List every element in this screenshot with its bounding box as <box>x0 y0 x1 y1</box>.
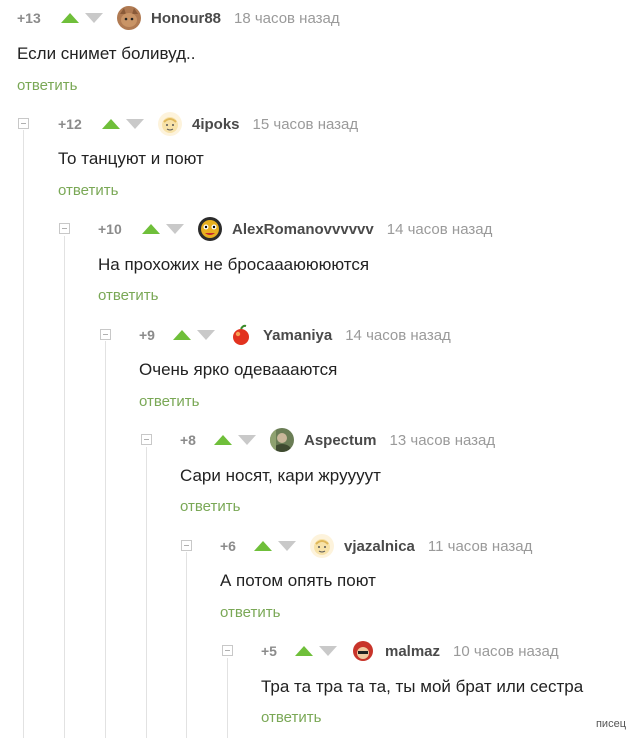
comment-text: Сари носят, кари жруууут <box>180 466 381 485</box>
green-photo-avatar-icon <box>270 428 294 452</box>
timestamp[interactable]: 18 часов назад <box>234 10 340 27</box>
avatar[interactable] <box>351 639 375 663</box>
avatar[interactable] <box>229 323 253 347</box>
cartoon-face-avatar-icon <box>158 112 182 136</box>
comment-header: +9 Yamaniya 14 часов назад <box>139 323 451 347</box>
downvote-icon[interactable] <box>85 13 103 23</box>
reply-link[interactable]: ответить <box>17 77 77 94</box>
thread-line <box>186 552 187 738</box>
downvote-icon[interactable] <box>126 119 144 129</box>
avatar[interactable] <box>310 534 334 558</box>
thread-line <box>146 447 147 738</box>
watermark: писец <box>595 718 626 730</box>
comment-header: +13 Honour88 18 часов назад <box>17 6 340 30</box>
cat-avatar-icon <box>117 6 141 30</box>
downvote-icon[interactable] <box>166 224 184 234</box>
comment-header: +5 malmaz 10 часов назад <box>261 639 559 663</box>
comment-header: +8 Aspectum 13 часов назад <box>180 428 496 452</box>
downvote-icon[interactable] <box>319 646 337 656</box>
thread-line <box>105 341 106 738</box>
red-apple-avatar-icon <box>229 323 253 347</box>
collapse-toggle[interactable] <box>141 434 152 445</box>
avatar[interactable] <box>198 217 222 241</box>
timestamp[interactable]: 14 часов назад <box>345 327 451 344</box>
rating: +6 <box>220 538 236 554</box>
timestamp[interactable]: 11 часов назад <box>428 538 532 555</box>
username[interactable]: vjazalnica <box>344 538 415 555</box>
upvote-icon[interactable] <box>61 13 79 23</box>
reply-link[interactable]: ответить <box>220 604 280 621</box>
red-hair-avatar-icon <box>351 639 375 663</box>
upvote-icon[interactable] <box>295 646 313 656</box>
comment-text: То танцуют и поют <box>58 149 204 168</box>
comment-header: +6 vjazalnica 11 часов назад <box>220 534 532 558</box>
downvote-icon[interactable] <box>278 541 296 551</box>
username[interactable]: 4ipoks <box>192 116 240 133</box>
timestamp[interactable]: 15 часов назад <box>253 116 359 133</box>
username[interactable]: Honour88 <box>151 10 221 27</box>
comment-header: +10 AlexRomanovvvvvv 14 часов назад <box>98 217 493 241</box>
timestamp[interactable]: 10 часов назад <box>453 643 559 660</box>
thread-line <box>23 130 24 738</box>
reply-link[interactable]: ответить <box>180 498 240 515</box>
rating: +8 <box>180 432 196 448</box>
reply-link[interactable]: ответить <box>261 709 321 726</box>
rating: +9 <box>139 327 155 343</box>
comment-header: +12 4ipoks 15 часов назад <box>58 112 359 136</box>
avatar[interactable] <box>158 112 182 136</box>
rating: +12 <box>58 116 82 132</box>
downvote-icon[interactable] <box>238 435 256 445</box>
collapse-toggle[interactable] <box>100 329 111 340</box>
timestamp[interactable]: 14 часов назад <box>387 221 493 238</box>
dark-face-avatar-icon <box>198 217 222 241</box>
upvote-icon[interactable] <box>142 224 160 234</box>
cartoon-face-avatar-icon <box>310 534 334 558</box>
rating: +5 <box>261 643 277 659</box>
upvote-icon[interactable] <box>173 330 191 340</box>
upvote-icon[interactable] <box>254 541 272 551</box>
collapse-toggle[interactable] <box>181 540 192 551</box>
upvote-icon[interactable] <box>214 435 232 445</box>
username[interactable]: AlexRomanovvvvvv <box>232 221 374 238</box>
comment-text: Тра та тра та та, ты мой брат или сестра <box>261 677 584 696</box>
comment-text: На прохожих не бросааaюююются <box>98 255 370 274</box>
avatar[interactable] <box>270 428 294 452</box>
comment-text: Очень ярко одеваааются <box>139 360 338 379</box>
reply-link[interactable]: ответить <box>98 287 158 304</box>
rating: +10 <box>98 221 122 237</box>
collapse-toggle[interactable] <box>18 118 29 129</box>
username[interactable]: Yamaniya <box>263 327 332 344</box>
rating: +13 <box>17 10 41 26</box>
avatar[interactable] <box>117 6 141 30</box>
username[interactable]: Aspectum <box>304 432 377 449</box>
downvote-icon[interactable] <box>197 330 215 340</box>
username[interactable]: malmaz <box>385 643 440 660</box>
upvote-icon[interactable] <box>102 119 120 129</box>
comment-text: Если снимет боливуд.. <box>17 44 196 63</box>
comment-text: А потом опять поют <box>220 571 376 590</box>
reply-link[interactable]: ответить <box>139 393 199 410</box>
thread-line <box>64 236 65 738</box>
collapse-toggle[interactable] <box>59 223 70 234</box>
reply-link[interactable]: ответить <box>58 182 118 199</box>
timestamp[interactable]: 13 часов назад <box>390 432 496 449</box>
collapse-toggle[interactable] <box>222 645 233 656</box>
thread-line <box>227 658 228 738</box>
